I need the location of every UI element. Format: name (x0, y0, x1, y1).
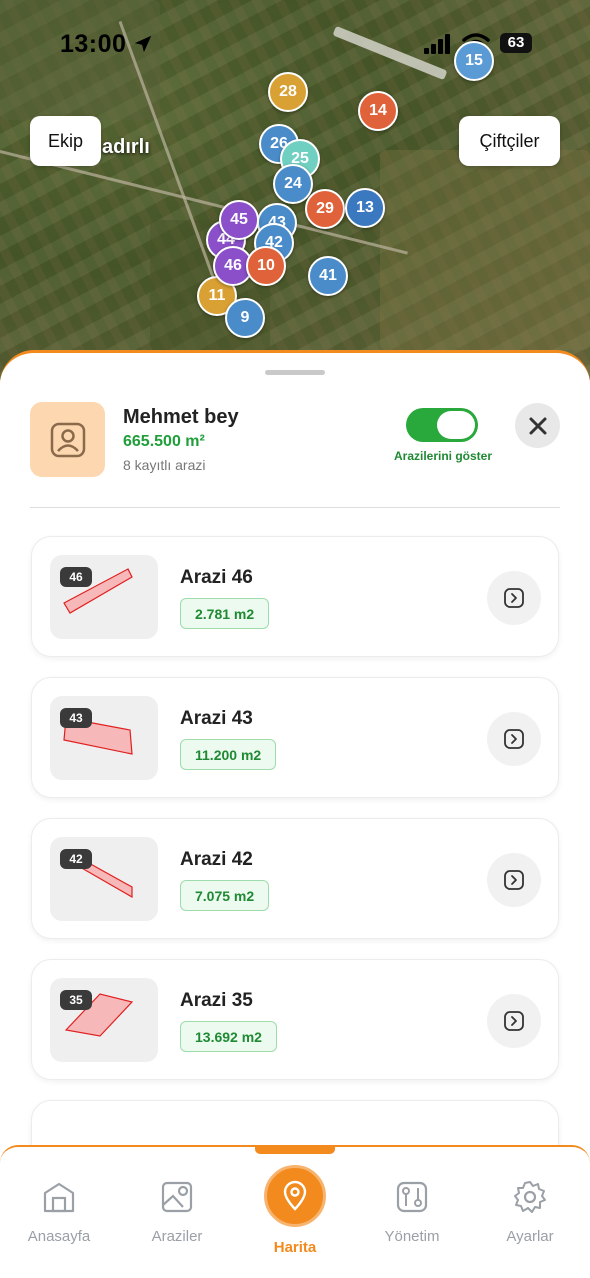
tab-fields[interactable]: Araziler (122, 1179, 232, 1245)
parcel-card[interactable]: 35 Arazi 35 13.692 m2 (31, 959, 559, 1080)
parcel-card[interactable]: 43 Arazi 43 11.200 m2 (31, 677, 559, 798)
location-arrow-icon (134, 35, 152, 53)
tab-map[interactable] (264, 1165, 326, 1227)
sheet-drag-handle[interactable] (265, 370, 325, 375)
farmer-avatar (30, 402, 105, 477)
farmer-total-area: 665.500 m² (123, 433, 205, 450)
parcel-thumbnail: 43 (50, 696, 158, 780)
farmer-name: Mehmet bey (123, 406, 239, 428)
divider (30, 507, 560, 508)
map-pin[interactable]: 15 (454, 41, 494, 81)
parcel-card[interactable]: 46 Arazi 46 2.781 m2 (31, 536, 559, 657)
open-parcel-button[interactable] (487, 853, 541, 907)
tab-settings[interactable]: Ayarlar (475, 1179, 585, 1245)
tab-home-label: Anasayfa (27, 1228, 91, 1245)
parcel-name: Arazi 43 (180, 708, 253, 729)
close-icon (529, 417, 546, 434)
user-portrait-icon (50, 422, 85, 457)
parcel-name: Arazi 46 (180, 567, 253, 588)
tab-settings-label: Ayarlar (506, 1228, 554, 1245)
parcel-area-badge: 7.075 m2 (180, 880, 270, 911)
parcel-area-badge: 11.200 m2 (180, 739, 277, 770)
chevron-right-icon (504, 870, 524, 890)
tab-management-label: Yönetim (384, 1228, 440, 1245)
map-pin[interactable]: 14 (358, 91, 398, 131)
tab-map-label: Harita (273, 1239, 317, 1256)
map-pin[interactable]: 45 (219, 200, 259, 240)
cellular-signal-icon (424, 34, 450, 54)
parcel-badge: 42 (60, 849, 92, 869)
map-place-label: adırlı (102, 136, 150, 158)
show-parcels-toggle[interactable] (406, 408, 478, 442)
chevron-right-icon (504, 588, 524, 608)
parcel-thumbnail: 35 (50, 978, 158, 1062)
map-pin[interactable]: 41 (308, 256, 348, 296)
parcel-thumbnail: 46 (50, 555, 158, 639)
tab-indicator (255, 1147, 335, 1154)
map-view[interactable]: 13:00 63 adırlı Ekip Çiftçiler 15 28 14 … (0, 0, 590, 380)
open-parcel-button[interactable] (487, 994, 541, 1048)
parcel-name: Arazi 35 (180, 990, 253, 1011)
open-parcel-button[interactable] (487, 571, 541, 625)
battery-indicator: 63 (500, 33, 532, 53)
team-button[interactable]: Ekip (30, 116, 101, 166)
location-pin-icon (283, 1180, 307, 1211)
bottom-tab-bar: Anasayfa Araziler Harita Yönetim Ayarlar (0, 1145, 590, 1278)
tab-fields-label: Araziler (151, 1228, 203, 1245)
parcel-area-badge: 2.781 m2 (180, 598, 270, 629)
gear-icon (514, 1181, 546, 1213)
map-terrain (380, 150, 590, 350)
map-pin[interactable]: 9 (225, 298, 265, 338)
parcel-card[interactable]: 42 Arazi 42 7.075 m2 (31, 818, 559, 939)
map-pin[interactable]: 13 (345, 188, 385, 228)
tab-management[interactable]: Yönetim (357, 1179, 467, 1245)
status-time: 13:00 (60, 30, 127, 58)
map-pin[interactable]: 28 (268, 72, 308, 112)
barn-icon (43, 1182, 75, 1213)
open-parcel-button[interactable] (487, 712, 541, 766)
tab-home[interactable]: Anasayfa (4, 1179, 114, 1245)
parcel-name: Arazi 42 (180, 849, 253, 870)
flow-icon (396, 1181, 428, 1213)
chevron-right-icon (504, 1011, 524, 1031)
farmer-parcel-count: 8 kayıtlı arazi (123, 457, 206, 473)
farmer-detail-sheet: Mehmet bey 665.500 m² 8 kayıtlı arazi Ar… (0, 350, 590, 1160)
map-pin[interactable]: 10 (246, 246, 286, 286)
map-pin[interactable]: 29 (305, 189, 345, 229)
show-parcels-label: Arazilerini göster (393, 449, 493, 463)
parcel-badge: 35 (60, 990, 92, 1010)
parcel-thumbnail: 42 (50, 837, 158, 921)
parcel-area-badge: 13.692 m2 (180, 1021, 277, 1052)
parcel-badge: 43 (60, 708, 92, 728)
farmers-button[interactable]: Çiftçiler (459, 116, 560, 166)
chevron-right-icon (504, 729, 524, 749)
close-button[interactable] (515, 403, 560, 448)
parcel-badge: 46 (60, 567, 92, 587)
map-pin-image-icon (161, 1181, 193, 1213)
map-terrain (0, 0, 160, 120)
toggle-knob (437, 411, 475, 439)
